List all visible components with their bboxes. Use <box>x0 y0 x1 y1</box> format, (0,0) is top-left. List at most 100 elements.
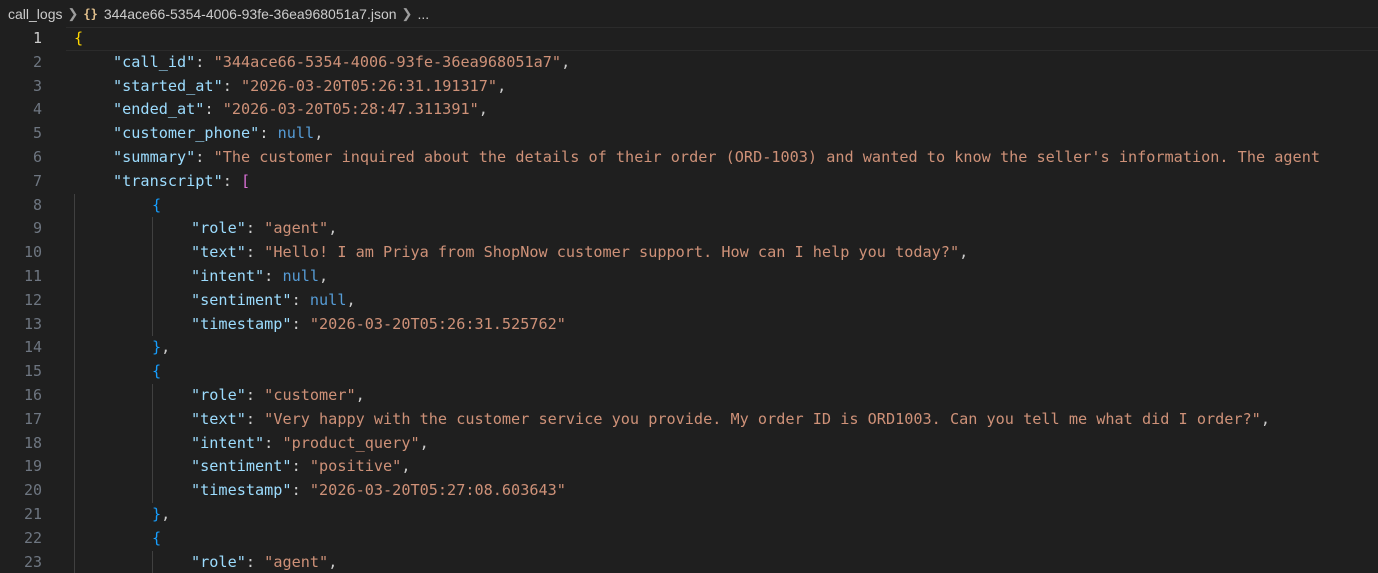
code-content: "intent": null, <box>191 265 328 289</box>
indent-guide <box>74 360 75 384</box>
code-content: "timestamp": "2026-03-20T05:26:31.525762… <box>191 313 566 337</box>
indent-guide <box>74 264 75 289</box>
code-line[interactable]: 19 "sentiment": "positive", <box>0 455 1378 480</box>
code-line[interactable]: 3 "started_at": "2026-03-20T05:26:31.1913… <box>0 75 1378 99</box>
code-line[interactable]: 13 "timestamp": "2026-03-20T05:26:31.5257… <box>0 312 1378 337</box>
json-punctuation: , <box>161 338 171 357</box>
code-line[interactable]: 1{ <box>0 27 1378 51</box>
line-number: 6 <box>32 147 42 166</box>
indent-guide <box>74 407 75 432</box>
code-content: "call_id": "344ace66-5354-4006-93fe-36ea… <box>113 51 570 75</box>
json-punctuation: : <box>245 552 265 571</box>
code-line[interactable]: 14}, <box>0 336 1378 361</box>
code-content: "summary": "The customer inquired about … <box>113 146 1320 170</box>
code-line[interactable]: 15 { <box>0 360 1378 384</box>
indent-guide <box>74 336 75 361</box>
code-line[interactable]: 5 "customer_phone": null, <box>0 122 1378 146</box>
json-key: "role" <box>191 385 246 404</box>
json-bracket: { <box>152 195 162 214</box>
code-line[interactable]: 20 "timestamp": "2026-03-20T05:27:08.6036… <box>0 479 1378 503</box>
code-line[interactable]: 17 "text": "Very happy with the customer … <box>0 407 1378 432</box>
line-number: 4 <box>32 100 42 119</box>
indent-guide <box>152 431 153 456</box>
code-line[interactable]: 4 "ended_at": "2026-03-20T05:28:47.311391… <box>0 98 1378 122</box>
json-string: "Hello! I am Priya from ShopNow customer… <box>264 243 960 262</box>
code-line[interactable]: 11 "intent": null, <box>0 264 1378 289</box>
json-punctuation: : <box>204 100 223 119</box>
line-number: 16 <box>23 385 42 404</box>
json-punctuation: : <box>195 147 214 166</box>
json-key: "call_id" <box>113 52 196 71</box>
json-key: "started_at" <box>113 76 223 95</box>
line-number: 13 <box>23 314 42 333</box>
json-string: "2026-03-20T05:28:47.311391" <box>222 100 479 119</box>
code-line[interactable]: 8{ <box>0 193 1378 218</box>
code-content: { <box>152 360 161 384</box>
json-string: "product_query" <box>282 433 420 452</box>
json-punctuation: , <box>314 124 324 143</box>
code-content: "text": "Very happy with the customer se… <box>191 408 1270 432</box>
breadcrumb-file[interactable]: 344ace66-5354-4006-93fe-36ea968051a7.jso… <box>104 6 397 22</box>
code-line[interactable]: 2 "call_id": "344ace66-5354-4006-93fe-36e… <box>0 51 1378 75</box>
code-line[interactable]: 23 "role": "agent", <box>0 550 1378 573</box>
code-line[interactable]: 18 "intent": "product_query", <box>0 431 1378 456</box>
code-line[interactable]: 6 "summary": "The customer inquired about… <box>0 146 1378 170</box>
indent-guide <box>152 288 153 313</box>
code-line[interactable]: 9 "role": "agent", <box>0 217 1378 242</box>
line-number: 23 <box>23 552 42 571</box>
json-key: "sentiment" <box>191 290 292 309</box>
json-file-icon: {} <box>83 6 98 21</box>
json-key: "role" <box>191 552 246 571</box>
indent-guide <box>74 526 75 551</box>
json-string: "2026-03-20T05:26:31.191317" <box>241 76 498 95</box>
json-bracket: { <box>74 29 84 47</box>
json-key: "transcript" <box>113 171 223 190</box>
code-line[interactable]: 10 "text": "Hello! I am Priya from ShopNo… <box>0 241 1378 265</box>
json-string: "agent" <box>264 219 329 238</box>
code-line[interactable]: 7 "transcript": [ <box>0 170 1378 194</box>
code-line[interactable]: 21}, <box>0 502 1378 527</box>
json-punctuation: , <box>355 385 365 404</box>
json-key: "ended_at" <box>113 100 205 119</box>
json-key: "intent" <box>191 266 265 285</box>
json-string: "2026-03-20T05:27:08.603643" <box>309 481 566 500</box>
json-key: "intent" <box>191 433 265 452</box>
indent-guide <box>74 502 75 527</box>
indent-guide <box>74 550 75 573</box>
code-content: "transcript": [ <box>113 170 250 194</box>
code-content: "customer_phone": null, <box>113 122 323 146</box>
code-content: { <box>152 527 161 551</box>
code-content: "role": "agent", <box>191 551 337 573</box>
json-punctuation: : <box>264 433 283 452</box>
json-key: "role" <box>191 219 246 238</box>
json-punctuation: : <box>259 124 278 143</box>
code-line[interactable]: 12 "sentiment": null, <box>0 288 1378 313</box>
code-content: "started_at": "2026-03-20T05:26:31.19131… <box>113 75 506 99</box>
line-number: 17 <box>23 409 42 428</box>
code-line[interactable]: 22 { <box>0 526 1378 551</box>
line-number: 2 <box>32 52 42 71</box>
line-number: 5 <box>32 124 42 143</box>
breadcrumb-symbols[interactable]: ... <box>417 6 429 22</box>
json-punctuation: , <box>401 457 411 476</box>
line-number: 18 <box>23 433 42 452</box>
indent-guide <box>152 217 153 242</box>
json-punctuation: : <box>291 290 310 309</box>
json-punctuation: : <box>264 266 283 285</box>
json-punctuation: , <box>419 433 429 452</box>
breadcrumb-folder[interactable]: call_logs <box>8 6 62 22</box>
json-key: "customer_phone" <box>113 124 260 143</box>
json-punctuation: , <box>497 76 507 95</box>
code-editor[interactable]: 1{2 "call_id": "344ace66-5354-4006-93fe-3… <box>0 27 1378 573</box>
indent-guide <box>74 193 75 218</box>
json-punctuation: : <box>245 219 265 238</box>
json-punctuation: , <box>561 52 571 71</box>
json-null: null <box>309 290 347 309</box>
json-string: "Very happy with the customer service yo… <box>264 409 1261 428</box>
code-line[interactable]: 16 "role": "customer", <box>0 383 1378 408</box>
json-punctuation: , <box>959 243 969 262</box>
json-string: "The customer inquired about the details… <box>213 147 1320 166</box>
json-bracket: } <box>152 338 162 357</box>
line-number: 7 <box>32 171 42 190</box>
json-string: "positive" <box>309 457 402 476</box>
